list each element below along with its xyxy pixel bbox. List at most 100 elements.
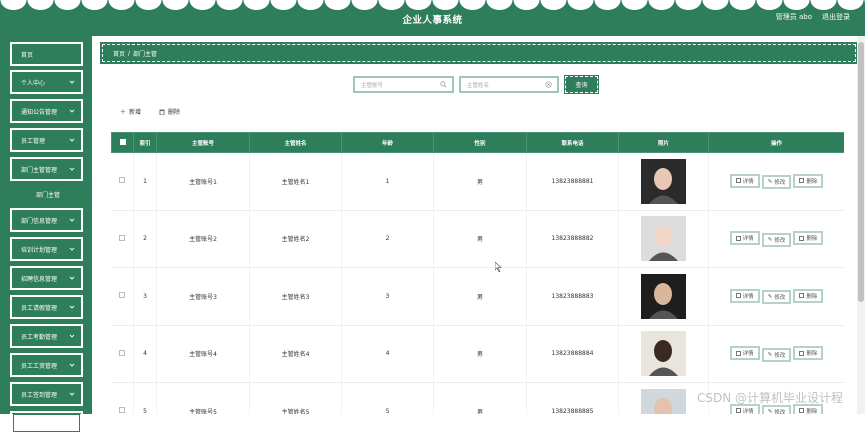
row-checkbox[interactable] [119,350,125,356]
chevron-down-icon [69,304,75,310]
cell-name: 主管姓名5 [250,383,342,415]
logout-link[interactable]: 退出登录 [822,12,850,22]
mouse-cursor-icon [495,262,503,272]
cell-actions: 详情 ✎修改 删除 [709,153,845,211]
row-checkbox[interactable] [119,292,125,298]
name-search-input[interactable]: 主管姓名 [459,76,559,93]
sidebar-item-9[interactable]: 员工考勤管理 [10,324,83,348]
detail-icon [736,236,741,241]
edit-button[interactable]: ✎修改 [762,348,792,362]
sidebar-item-12[interactable] [10,411,83,435]
cell-actions: 详情 ✎修改删除 [709,268,845,326]
avatar[interactable] [641,159,686,204]
delete-label: 删除 [168,107,180,116]
cell-photo [619,383,709,415]
edit-button[interactable]: ✎修改 [762,233,792,247]
cell-account: 主管账号5 [157,383,250,415]
select-all-header[interactable] [112,133,134,153]
sidebar-item-1[interactable]: 个人中心 [10,70,83,94]
edit-button[interactable]: ✎修改 [762,175,792,189]
row-select[interactable] [112,210,134,268]
delete-button[interactable]: 删除 [793,289,823,303]
sidebar-item-0[interactable]: 首页 [10,42,83,66]
row-select[interactable] [112,153,134,211]
edit-icon: ✎ [768,179,773,185]
col-header-account: 主管账号 [157,133,250,153]
cell-photo [619,268,709,326]
select-all-checkbox[interactable] [120,139,126,145]
avatar[interactable] [641,274,686,319]
detail-button[interactable]: 详情 [730,231,760,245]
cell-photo [619,153,709,211]
cell-age: 1 [342,153,434,211]
row-checkbox[interactable] [119,235,125,241]
row-select[interactable] [112,268,134,326]
detail-label: 详情 [743,292,754,300]
delete-label: 删除 [806,177,817,185]
cell-age: 3 [342,268,434,326]
cell-phone: 13823888884 [527,325,619,383]
edit-label: 修改 [774,178,785,186]
sidebar-item-4[interactable]: 部门主管管理 [10,157,83,181]
table-header-row: 索引 主管账号 主管姓名 年龄 性别 联系电话 照片 操作 [112,133,845,153]
breadcrumb-home[interactable]: 首页 [113,49,125,58]
col-header-photo: 照片 [619,133,709,153]
account-placeholder: 主管账号 [361,81,383,89]
row-checkbox[interactable] [119,177,125,183]
avatar[interactable] [641,331,686,376]
delete-button[interactable]: 删除 [793,174,823,188]
sidebar-item-label: 部门主管管理 [21,165,57,174]
sidebar-item-label: 员工管理 [21,136,45,145]
sidebar-item-11[interactable]: 员工签到管理 [10,382,83,406]
trash-icon [799,351,804,356]
sidebar-item-3[interactable]: 员工管理 [10,128,83,152]
cell-account: 主管账号1 [157,153,250,211]
detail-button[interactable]: 详情 [730,346,760,360]
detail-button[interactable]: 详情 [730,289,760,303]
delete-button[interactable]: 删除 [793,346,823,360]
user-area: 管理员 abo 退出登录 [776,12,850,22]
cell-actions: 详情✎修改删除 [709,325,845,383]
cell-account: 主管账号3 [157,268,250,326]
edit-button[interactable]: ✎修改 [762,290,792,304]
detail-icon [736,178,741,183]
row-select[interactable] [112,383,134,415]
cell-age: 4 [342,325,434,383]
sidebar-item-label: 员工签到管理 [21,390,57,399]
row-checkbox[interactable] [119,407,125,413]
edit-icon: ✎ [768,352,773,358]
detail-button[interactable]: 详情 [730,174,760,188]
delete-button[interactable]: 删除 [793,231,823,245]
search-button[interactable]: 查询 [565,76,598,93]
batch-delete-button[interactable]: 删除 [159,107,180,116]
chevron-down-icon [69,108,75,114]
sidebar-item-5[interactable]: 部门信息管理 [10,208,83,232]
delete-label: 删除 [806,407,817,415]
edit-label: 修改 [774,351,785,359]
col-header-phone: 联系电话 [527,133,619,153]
scrollbar-thumb[interactable] [858,42,864,302]
add-button[interactable]: ＋ 新增 [120,107,141,116]
account-search-input[interactable]: 主管账号 [353,76,454,93]
sidebar-item-8[interactable]: 员工请假管理 [10,295,83,319]
cell-age: 5 [342,383,434,415]
sidebar-subitem-supervisor[interactable]: 部门主管 [10,183,83,205]
user-label: 管理员 abo [776,12,812,22]
avatar[interactable] [641,389,686,414]
edit-button[interactable]: ✎修改 [762,405,792,414]
detail-label: 详情 [743,177,754,185]
chevron-down-icon [69,246,75,252]
sidebar: 首页个人中心通知公告管理员工管理部门主管管理部门信息管理培训计划管理招聘信息管理… [0,36,92,414]
row-select[interactable] [112,325,134,383]
col-header-index: 索引 [134,133,157,153]
avatar[interactable] [641,216,686,261]
cell-account: 主管账号4 [157,325,250,383]
sidebar-item-6[interactable]: 培训计划管理 [10,237,83,261]
col-header-actions: 操作 [709,133,845,153]
chevron-down-icon [69,362,75,368]
cell-photo [619,210,709,268]
sidebar-item-7[interactable]: 招聘信息管理 [10,266,83,290]
sidebar-item-2[interactable]: 通知公告管理 [10,99,83,123]
sidebar-item-10[interactable]: 员工工资管理 [10,353,83,377]
cell-phone: 13823888883 [527,268,619,326]
